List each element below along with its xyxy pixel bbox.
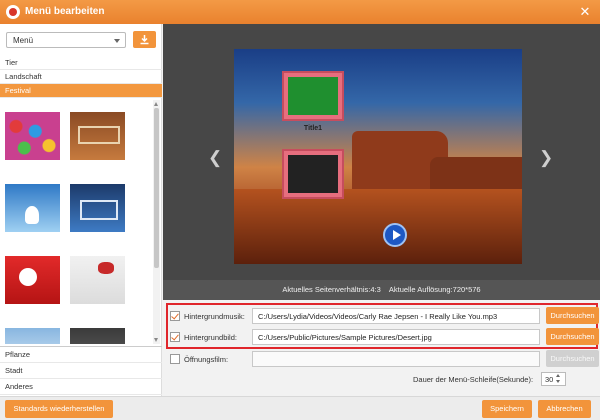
- app-logo-icon: [6, 5, 20, 19]
- aspect-ratio-text: Aktuelles Seitenverhältnis:4:3: [282, 285, 381, 294]
- cancel-button[interactable]: Abbrechen: [538, 400, 591, 418]
- close-icon[interactable]: ✕: [576, 3, 594, 21]
- category-item-anderes[interactable]: Anderes: [0, 379, 162, 395]
- menu-type-select[interactable]: Menü: [6, 32, 126, 48]
- chevron-down-icon: [114, 39, 120, 43]
- footer-bar: Standards wiederherstellen Speichern Abb…: [0, 396, 600, 420]
- title-bar: Menü bearbeiten ✕: [0, 0, 600, 24]
- download-button[interactable]: [133, 31, 156, 48]
- template-thumbnail[interactable]: [70, 112, 125, 160]
- background-image: [234, 189, 522, 264]
- scroll-down-icon[interactable]: [154, 338, 158, 342]
- template-thumbnails: [0, 100, 162, 344]
- template-thumbnail[interactable]: [70, 256, 125, 304]
- stepper-arrows[interactable]: [556, 373, 564, 385]
- menu-frame[interactable]: [282, 149, 344, 199]
- play-icon[interactable]: [383, 223, 407, 247]
- loop-duration-label: Dauer der Menü-Schleife(Sekunde):: [413, 375, 534, 384]
- template-thumbnail[interactable]: [5, 328, 60, 344]
- window-title: Menü bearbeiten: [25, 6, 105, 17]
- opening-film-browse-button[interactable]: Durchsuchen: [546, 350, 599, 367]
- resolution-text: Aktuelle Auflösung:720*576: [388, 285, 481, 294]
- menu-settings: Hintergrundmusik: C:/Users/Lydia/Videos/…: [163, 300, 600, 396]
- opening-film-path-field[interactable]: [252, 351, 540, 367]
- chevron-left-icon[interactable]: ❮: [208, 148, 222, 168]
- menu-preview: ❮ Title1 ❯ Aktuelles Seitenverhältnis:4:…: [163, 24, 600, 300]
- category-item-tier[interactable]: Tier: [0, 56, 162, 70]
- template-thumbnail[interactable]: [70, 328, 125, 344]
- opening-film-row: Öffnungsfilm: Durchsuchen: [170, 350, 600, 367]
- category-item-festival[interactable]: Festival: [0, 84, 162, 98]
- bg-music-label: Hintergrundmusik:: [184, 312, 245, 321]
- bg-image-row: Hintergrundbild: C:/Users/Public/Picture…: [170, 328, 600, 345]
- bg-music-checkbox[interactable]: [170, 311, 180, 321]
- bg-image-browse-button[interactable]: Durchsuchen: [546, 328, 599, 345]
- scroll-thumb[interactable]: [154, 108, 159, 268]
- bg-image-path-field[interactable]: C:/Users/Public/Pictures/Sample Pictures…: [252, 329, 540, 345]
- bg-music-row: Hintergrundmusik: C:/Users/Lydia/Videos/…: [170, 307, 600, 324]
- bg-music-path-field[interactable]: C:/Users/Lydia/Videos/Videos/Carly Rae J…: [252, 308, 540, 324]
- template-sidebar: Menü Tier Landschaft Festival Pflanze St…: [0, 24, 162, 396]
- opening-film-label: Öffnungsfilm:: [184, 355, 229, 364]
- category-item-stadt[interactable]: Stadt: [0, 363, 162, 379]
- category-list-bottom: Pflanze Stadt Anderes: [0, 346, 162, 395]
- bg-image-checkbox[interactable]: [170, 332, 180, 342]
- thumbnail-scrollbar[interactable]: [153, 100, 160, 344]
- download-icon: [140, 35, 149, 45]
- category-item-landschaft[interactable]: Landschaft: [0, 70, 162, 84]
- template-thumbnail[interactable]: [70, 184, 125, 232]
- restore-defaults-button[interactable]: Standards wiederherstellen: [5, 400, 113, 418]
- stepper-up-icon[interactable]: [556, 374, 560, 377]
- category-item-pflanze[interactable]: Pflanze: [0, 347, 162, 363]
- stepper-down-icon[interactable]: [556, 380, 560, 383]
- bg-music-browse-button[interactable]: Durchsuchen: [546, 307, 599, 324]
- menu-frame[interactable]: [282, 71, 344, 121]
- scroll-up-icon[interactable]: [154, 102, 158, 106]
- opening-film-checkbox[interactable]: [170, 354, 180, 364]
- template-thumbnail[interactable]: [5, 256, 60, 304]
- category-list-top: Tier Landschaft Festival: [0, 56, 162, 98]
- bg-image-label: Hintergrundbild:: [184, 333, 237, 342]
- chevron-right-icon[interactable]: ❯: [539, 148, 553, 168]
- preview-canvas: Title1: [234, 49, 522, 264]
- template-thumbnail[interactable]: [5, 112, 60, 160]
- menu-frame-title: Title1: [303, 125, 323, 132]
- preview-status-bar: Aktuelles Seitenverhältnis:4:3 Aktuelle …: [163, 280, 600, 300]
- save-button[interactable]: Speichern: [482, 400, 532, 418]
- template-thumbnail[interactable]: [5, 184, 60, 232]
- menu-type-value: Menü: [13, 36, 34, 45]
